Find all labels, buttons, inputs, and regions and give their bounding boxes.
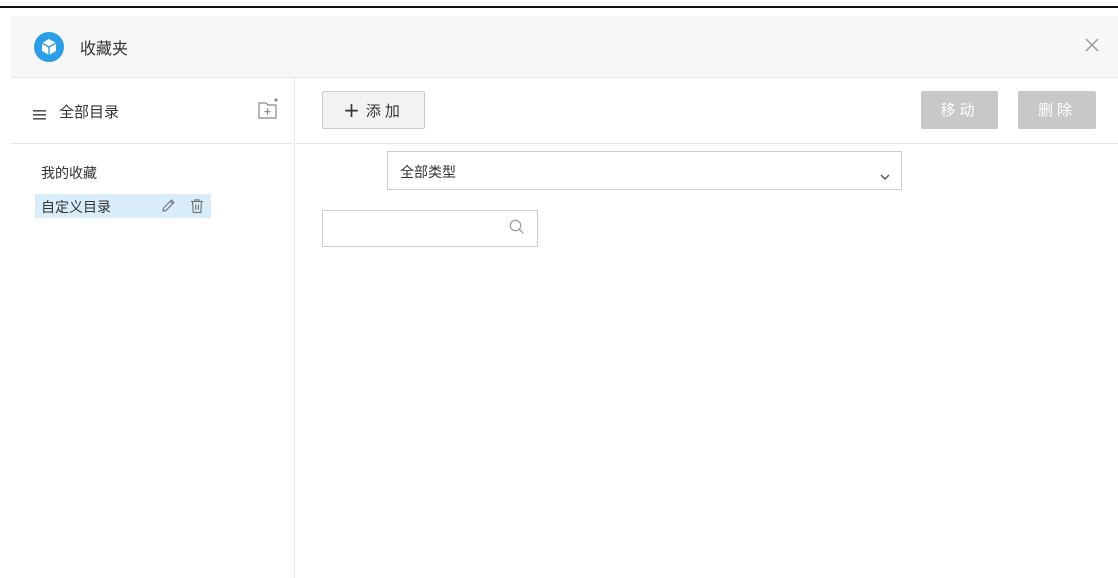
delete-button[interactable]: 删除 xyxy=(1018,91,1096,129)
tree-item-label: 自定义目录 xyxy=(41,200,111,216)
menu-icon xyxy=(33,106,47,125)
search-box xyxy=(322,210,538,247)
add-button[interactable]: + 添加 xyxy=(322,91,425,129)
directory-sidebar: 全部目录 我的收藏 自定义目录 xyxy=(11,78,295,578)
cube-icon xyxy=(34,32,64,62)
top-rule xyxy=(0,6,1118,8)
sidebar-header: 全部目录 xyxy=(11,78,295,144)
favorites-dialog: 收藏夹 全部目录 我的收藏 自定义目录 + 添加 移动 删除 全部类型 xyxy=(11,16,1118,578)
main-panel: + 添加 移动 删除 全部类型 xyxy=(296,78,1118,578)
trash-icon[interactable] xyxy=(188,197,206,215)
plus-icon: + xyxy=(343,98,360,122)
type-filter-select[interactable]: 全部类型 xyxy=(387,151,902,190)
search-icon[interactable] xyxy=(508,218,526,240)
add-folder-icon[interactable] xyxy=(257,98,281,122)
dialog-title: 收藏夹 xyxy=(80,39,129,58)
pencil-icon[interactable] xyxy=(159,197,177,215)
tree-item-my-favorites[interactable]: 我的收藏 xyxy=(41,163,97,183)
chevron-down-icon xyxy=(879,166,891,185)
all-directories-label[interactable]: 全部目录 xyxy=(59,101,119,122)
search-input[interactable] xyxy=(324,212,504,245)
type-filter-value: 全部类型 xyxy=(400,165,456,181)
add-button-label: 添加 xyxy=(365,102,404,120)
title-bar: 收藏夹 xyxy=(11,16,1118,78)
move-button[interactable]: 移动 xyxy=(921,91,998,129)
close-icon[interactable] xyxy=(1082,35,1102,55)
toolbar: + 添加 移动 删除 xyxy=(296,78,1118,144)
tree-item-custom-directory[interactable]: 自定义目录 xyxy=(35,194,211,218)
